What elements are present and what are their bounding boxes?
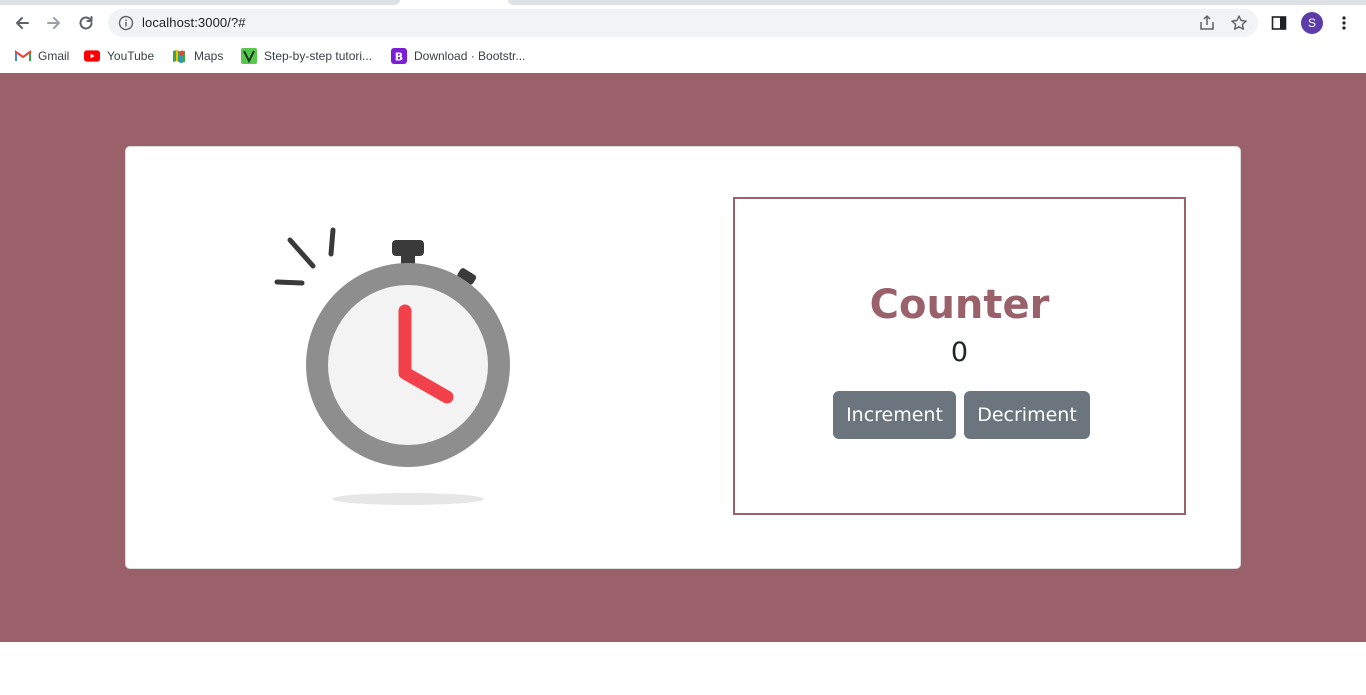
forward-arrow-icon	[47, 17, 60, 29]
page-background: Counter 0 Increment Decriment	[0, 73, 1366, 642]
browser-toolbar: localhost:3000/?# S	[0, 6, 1366, 40]
svg-text:B: B	[395, 51, 403, 64]
side-panel-icon	[1271, 16, 1287, 30]
bookmark-vue-tutorial[interactable]: Step-by-step tutori...	[241, 47, 372, 65]
bootstrap-icon: B	[391, 48, 407, 64]
reload-icon	[79, 16, 93, 30]
bookmarks-bar: Gmail YouTube Maps Step-by-step tutori..…	[0, 40, 1366, 73]
address-bar[interactable]: localhost:3000/?#	[108, 9, 1258, 37]
counter-panel: Counter 0 Increment Decriment	[733, 197, 1186, 515]
bookmark-gmail[interactable]: Gmail	[15, 47, 69, 65]
side-panel-button[interactable]	[1266, 10, 1292, 36]
browser-menu-button[interactable]	[1331, 10, 1357, 36]
share-icon[interactable]	[1198, 14, 1216, 32]
bookmark-maps[interactable]: Maps	[171, 47, 223, 65]
stopwatch-illustration	[274, 227, 510, 505]
increment-button[interactable]: Increment	[833, 391, 956, 439]
back-button[interactable]	[9, 10, 35, 36]
avatar: S	[1301, 12, 1323, 34]
url-text[interactable]: localhost:3000/?#	[142, 15, 246, 30]
counter-title: Counter	[869, 282, 1050, 328]
bookmark-youtube[interactable]: YouTube	[84, 47, 154, 65]
reload-button[interactable]	[73, 10, 99, 36]
maps-icon	[171, 48, 187, 64]
bookmark-bootstrap[interactable]: B Download · Bootstr...	[391, 47, 525, 65]
forward-button[interactable]	[41, 10, 67, 36]
counter-value: 0	[950, 337, 969, 368]
inactive-tab[interactable]	[0, 0, 400, 5]
site-info-icon[interactable]	[118, 15, 134, 31]
vue-icon	[241, 48, 257, 64]
profile-button[interactable]: S	[1299, 10, 1325, 36]
counter-card: Counter 0 Increment Decriment	[125, 146, 1241, 569]
back-arrow-icon	[16, 17, 29, 29]
bookmark-star-icon[interactable]	[1230, 14, 1248, 32]
more-vert-icon	[1342, 16, 1346, 30]
decrement-button[interactable]: Decriment	[964, 391, 1090, 439]
youtube-icon	[84, 48, 100, 64]
gmail-icon	[15, 48, 31, 64]
inactive-tab[interactable]	[508, 0, 1366, 5]
